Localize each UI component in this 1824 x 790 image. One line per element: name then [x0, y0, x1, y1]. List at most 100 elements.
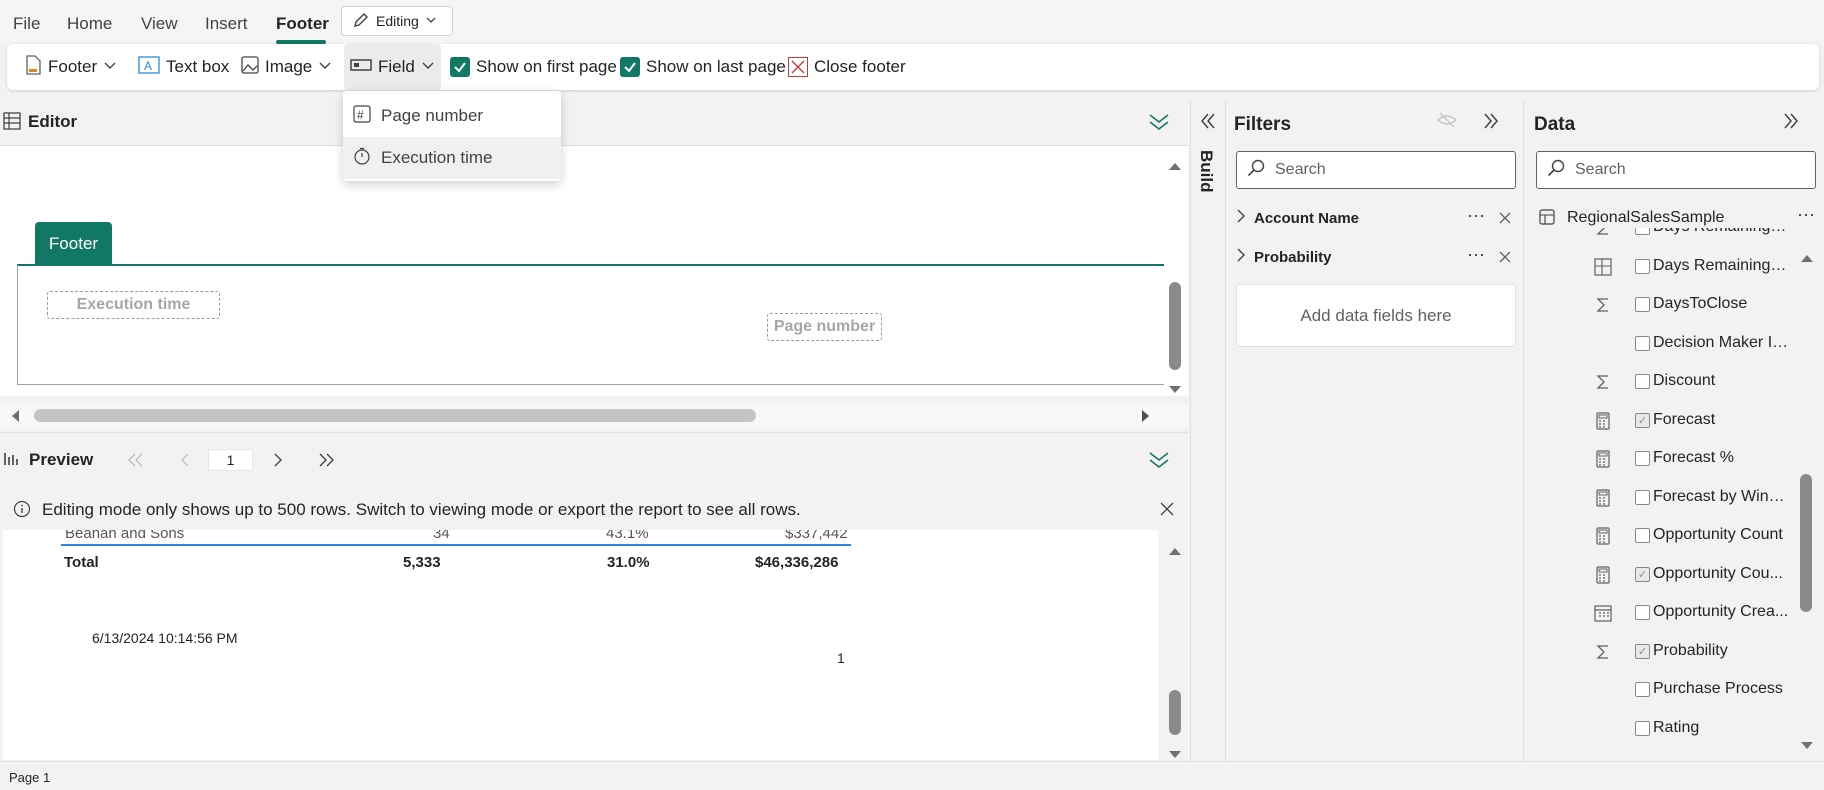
scroll-up-arrow-icon[interactable]	[1168, 543, 1182, 561]
field-label: Field	[378, 57, 415, 76]
menu-item-page-number[interactable]: # Page number	[343, 95, 561, 137]
expand-double-chevron-icon[interactable]	[1199, 112, 1217, 135]
data-field-row[interactable]: DaysToClose	[1596, 292, 1795, 318]
checkbox-checked[interactable]: ✓	[1635, 566, 1650, 582]
last-page-icon[interactable]	[317, 453, 335, 472]
page-number-field[interactable]: Page number	[767, 313, 882, 341]
scroll-down-arrow-icon[interactable]	[1168, 382, 1182, 400]
data-field-row[interactable]: Days Remaining I...	[1594, 254, 1795, 280]
checkbox[interactable]	[1635, 451, 1650, 466]
first-page-icon[interactable]	[127, 453, 145, 472]
scroll-right-arrow-icon[interactable]	[1141, 409, 1151, 428]
editor-hscroll-thumb[interactable]	[34, 409, 756, 422]
tab-view[interactable]: View	[141, 14, 178, 34]
collapse-double-chevron-icon[interactable]	[1782, 112, 1800, 135]
checkbox[interactable]	[1635, 682, 1650, 697]
collapse-double-chevron-icon[interactable]	[1482, 112, 1500, 135]
show-last-label: Show on last page	[646, 57, 786, 76]
scroll-down-arrow-icon[interactable]	[1800, 738, 1814, 756]
show-first-label: Show on first page	[476, 57, 617, 76]
scroll-up-arrow-icon[interactable]	[1168, 158, 1182, 176]
data-field-row[interactable]: Forecast %	[1596, 446, 1795, 472]
data-vscroll-thumb[interactable]	[1800, 474, 1812, 612]
image-button[interactable]: Image	[241, 44, 332, 90]
scroll-up-arrow-icon[interactable]	[1800, 250, 1814, 268]
data-field-row[interactable]: Opportunity Count	[1596, 523, 1795, 549]
svg-text:A: A	[144, 59, 152, 73]
close-footer-button[interactable]: Close footer	[788, 44, 906, 90]
tab-footer[interactable]: Footer	[276, 14, 329, 34]
checkbox[interactable]	[1635, 605, 1650, 620]
scroll-left-arrow-icon[interactable]	[10, 409, 20, 428]
filter-probability[interactable]: Probability	[1236, 248, 1332, 266]
data-field-row[interactable]: Opportunity Crea...	[1594, 600, 1795, 626]
collapse-double-chevron-icon[interactable]	[1148, 112, 1170, 137]
svg-text:#: #	[357, 108, 364, 122]
footer-button[interactable]: Footer	[24, 44, 117, 90]
editing-mode-button[interactable]: Editing	[341, 6, 453, 36]
show-first-page-toggle[interactable]: Show on first page	[450, 44, 617, 90]
data-field-row[interactable]: Rating	[1600, 716, 1795, 742]
hash-icon: #	[353, 104, 371, 128]
footer-section-tab[interactable]: Footer	[35, 222, 112, 265]
field-icon	[350, 57, 372, 78]
more-options-icon[interactable]: ⋯	[1467, 245, 1485, 266]
checkbox-checked-icon	[450, 57, 470, 77]
close-icon[interactable]	[1499, 211, 1511, 229]
checkbox[interactable]	[1635, 720, 1650, 736]
checkbox[interactable]	[1635, 528, 1650, 543]
tab-home[interactable]: Home	[67, 14, 112, 34]
execution-time-field[interactable]: Execution time	[47, 291, 220, 319]
data-field-row[interactable]: Days Remaining I...	[1596, 228, 1795, 241]
dataset-table-icon	[1539, 209, 1555, 230]
data-field-row[interactable]: ✓ Forecast	[1596, 408, 1795, 434]
footer-region[interactable]	[17, 265, 1164, 385]
data-title: Data	[1534, 114, 1576, 135]
data-field-row[interactable]: Discount	[1596, 369, 1795, 395]
data-field-label: Discount	[1653, 372, 1716, 389]
tab-insert[interactable]: Insert	[205, 14, 248, 34]
data-field-row[interactable]: Decision Maker Id...	[1600, 331, 1795, 357]
build-tab[interactable]: Build	[1196, 150, 1216, 193]
checkbox[interactable]	[1635, 374, 1650, 389]
execution-time-label: Execution time	[381, 148, 493, 167]
page-number-input[interactable]: 1	[208, 449, 253, 471]
checkbox[interactable]	[1635, 297, 1650, 312]
textbox-button[interactable]: A Text box	[138, 44, 229, 90]
eye-off-icon[interactable]	[1437, 112, 1457, 133]
tab-file[interactable]: File	[13, 14, 40, 34]
checkbox[interactable]	[1635, 258, 1650, 274]
field-icon	[1593, 680, 1613, 700]
dataset-name[interactable]: RegionalSalesSample	[1567, 209, 1724, 227]
more-options-icon[interactable]: ⋯	[1797, 205, 1815, 226]
collapse-double-chevron-icon[interactable]	[1148, 450, 1170, 475]
data-field-row[interactable]: Purchase Process	[1600, 677, 1795, 703]
preview-vscroll-thumb[interactable]	[1169, 690, 1181, 735]
page-number-label: Page number	[381, 106, 484, 125]
data-field-row[interactable]: Forecast by Win/L...	[1596, 485, 1795, 511]
editor-vscroll-thumb[interactable]	[1169, 282, 1181, 370]
data-search-input[interactable]: Search	[1536, 151, 1816, 189]
filters-search-input[interactable]: Search	[1236, 151, 1516, 189]
next-page-icon[interactable]	[273, 453, 283, 472]
checkbox[interactable]	[1635, 228, 1650, 235]
table-icon	[3, 112, 21, 135]
add-data-fields-dropzone[interactable]: Add data fields here	[1236, 284, 1516, 347]
close-icon[interactable]	[1499, 250, 1511, 268]
menu-item-execution-time[interactable]: Execution time	[343, 137, 561, 179]
data-field-row[interactable]: ✓ Probability	[1596, 639, 1795, 665]
bar-chart-icon	[3, 451, 23, 472]
field-icon	[1593, 334, 1613, 354]
field-button[interactable]: Field	[344, 44, 441, 90]
checkbox[interactable]	[1635, 335, 1650, 351]
prev-page-icon[interactable]	[180, 453, 190, 472]
show-last-page-toggle[interactable]: Show on last page	[620, 44, 786, 90]
more-options-icon[interactable]: ⋯	[1467, 206, 1485, 227]
checkbox-checked[interactable]: ✓	[1635, 643, 1650, 659]
close-icon[interactable]	[1160, 501, 1174, 521]
checkbox-checked[interactable]: ✓	[1635, 412, 1650, 428]
filter-account-name[interactable]: Account Name	[1236, 209, 1359, 227]
checkbox[interactable]	[1635, 489, 1650, 505]
data-field-row[interactable]: ✓ Opportunity Cou...	[1596, 562, 1795, 588]
search-icon	[1247, 159, 1265, 182]
